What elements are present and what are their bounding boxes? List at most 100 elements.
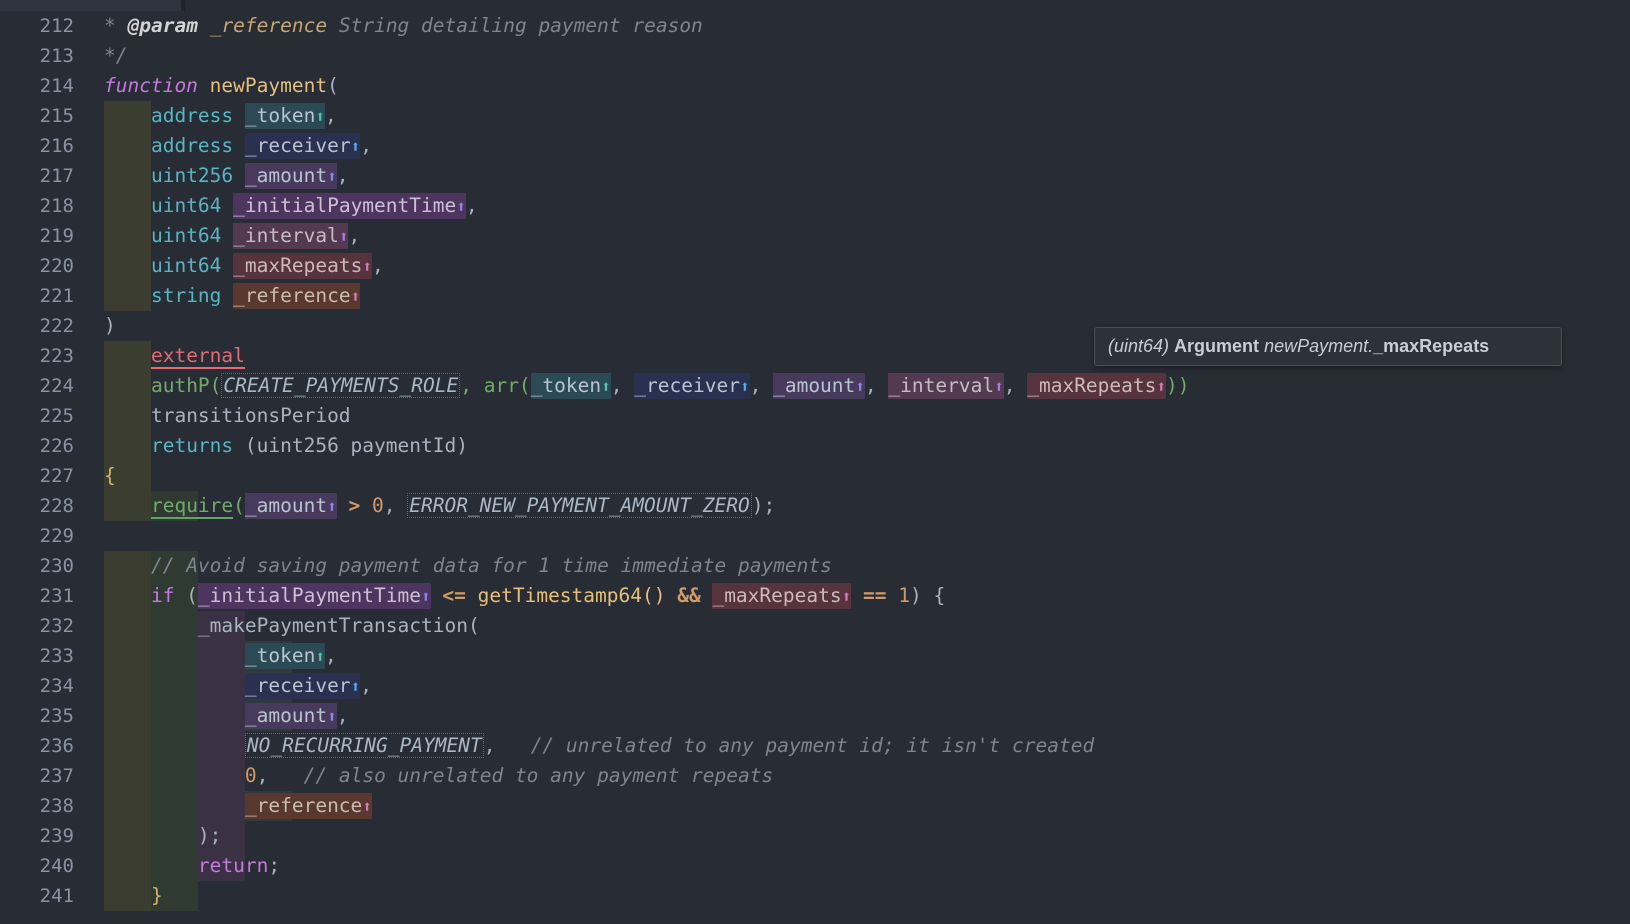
param-reference[interactable]: _reference⬆: [245, 793, 372, 819]
line-number: 233: [0, 641, 86, 671]
code-line[interactable]: 224 authP(CREATE_PAYMENTS_ROLE, arr(_tok…: [0, 371, 1630, 401]
code-line[interactable]: 217 uint256 _amount⬆,: [0, 161, 1630, 191]
param-max-repeats[interactable]: _maxRepeats⬆: [233, 253, 372, 279]
line-number: 223: [0, 341, 86, 371]
param-amount[interactable]: _amount⬆: [773, 373, 865, 399]
code-line[interactable]: 228 require(_amount⬆ > 0, ERROR_NEW_PAYM…: [0, 491, 1630, 521]
param-receiver[interactable]: _receiver⬆: [245, 673, 360, 699]
constant-no-recurring-payment: NO_RECURRING_PAYMENT: [245, 733, 484, 758]
trailing-comment: // also unrelated to any payment repeats: [304, 764, 774, 787]
comma: ,: [865, 374, 877, 397]
code-line[interactable]: 225 transitionsPeriod: [0, 401, 1630, 431]
semicolon: ;: [268, 854, 280, 877]
param-receiver[interactable]: _receiver⬆: [634, 373, 749, 399]
param-token[interactable]: _token⬆: [245, 643, 325, 669]
code-line[interactable]: 240 return;: [0, 851, 1630, 881]
keyword-returns: returns: [151, 434, 233, 457]
param-amount[interactable]: _amount⬆: [245, 703, 337, 729]
arrow-up-icon: ⬆: [327, 167, 337, 186]
line-text: NO_RECURRING_PAYMENT, // unrelated to an…: [104, 731, 1094, 761]
line-text: uint256 _amount⬆,: [104, 161, 348, 191]
line-text: authP(CREATE_PAYMENTS_ROLE, arr(_token⬆,…: [104, 371, 1190, 401]
param-label: _interval: [233, 224, 339, 247]
param-interval[interactable]: _interval⬆: [888, 373, 1003, 399]
line-text: require(_amount⬆ > 0, ERROR_NEW_PAYMENT_…: [104, 491, 775, 521]
comma: ,: [325, 644, 337, 667]
paren-open: (: [174, 584, 197, 607]
code-line[interactable]: 229: [0, 521, 1630, 551]
editor-content-area[interactable]: 212 * @param _reference String detailing…: [0, 11, 1630, 924]
code-line[interactable]: 215 address _token⬆,: [0, 101, 1630, 131]
param-receiver[interactable]: _receiver⬆: [245, 133, 360, 159]
type-uint256: uint256: [151, 164, 233, 187]
line-text: _amount⬆,: [104, 701, 348, 731]
code-line[interactable]: 227 {: [0, 461, 1630, 491]
code-line[interactable]: 235 _amount⬆,: [0, 701, 1630, 731]
line-number: 228: [0, 491, 86, 521]
line-text: */: [104, 41, 127, 71]
returns-signature: (uint256 paymentId): [233, 434, 468, 457]
param-label: _receiver: [634, 374, 740, 397]
code-line[interactable]: 216 address _receiver⬆,: [0, 131, 1630, 161]
param-max-repeats[interactable]: _maxRepeats⬆: [1027, 373, 1166, 399]
modifier-external: external: [151, 344, 245, 369]
code-line[interactable]: 214 function newPayment(: [0, 71, 1630, 101]
constant-create-payments-role: CREATE_PAYMENTS_ROLE: [221, 373, 460, 398]
param-token[interactable]: _token⬆: [245, 103, 325, 129]
param-reference[interactable]: _reference⬆: [233, 283, 360, 309]
code-line[interactable]: 233 _token⬆,: [0, 641, 1630, 671]
code-line[interactable]: 212 * @param _reference String detailing…: [0, 11, 1630, 41]
line-number: 213: [0, 41, 86, 71]
code-line[interactable]: 237 0, // also unrelated to any payment …: [0, 761, 1630, 791]
param-label: _receiver: [245, 134, 351, 157]
param-label: _initialPaymentTime: [198, 584, 421, 607]
line-number: 229: [0, 521, 86, 551]
param-label: _amount: [245, 164, 327, 187]
code-line[interactable]: 230 // Avoid saving payment data for 1 t…: [0, 551, 1630, 581]
line-text: function newPayment(: [104, 71, 339, 101]
code-line[interactable]: 220 uint64 _maxRepeats⬆,: [0, 251, 1630, 281]
code-line[interactable]: 239 );: [0, 821, 1630, 851]
code-line[interactable]: 218 uint64 _initialPaymentTime⬆,: [0, 191, 1630, 221]
param-label: _reference: [245, 794, 362, 817]
param-initial-payment-time[interactable]: _initialPaymentTime⬆: [198, 583, 431, 609]
param-amount[interactable]: _amount⬆: [245, 163, 337, 189]
code-line[interactable]: 236 NO_RECURRING_PAYMENT, // unrelated t…: [0, 731, 1630, 761]
code-line[interactable]: 219 uint64 _interval⬆,: [0, 221, 1630, 251]
keyword-return: return: [198, 854, 268, 877]
require-call: require: [151, 494, 233, 519]
code-line[interactable]: 213 */: [0, 41, 1630, 71]
paren-open: (: [233, 494, 245, 517]
param-interval[interactable]: _interval⬆: [233, 223, 348, 249]
code-line[interactable]: 234 _receiver⬆,: [0, 671, 1630, 701]
line-number: 221: [0, 281, 86, 311]
code-line[interactable]: 232 _makePaymentTransaction(: [0, 611, 1630, 641]
line-text: ): [104, 311, 116, 341]
line-text: uint64 _initialPaymentTime⬆,: [104, 191, 478, 221]
javadoc-tag: @param: [128, 14, 198, 37]
code-line[interactable]: 241 }: [0, 881, 1630, 911]
tooltip-type: (uint64): [1108, 336, 1169, 356]
param-label: _reference: [233, 284, 350, 307]
call-close: );: [198, 824, 221, 847]
line-number: 241: [0, 881, 86, 911]
trailing-comment: // unrelated to any payment id; it isn't…: [531, 734, 1095, 757]
code-line[interactable]: 226 returns (uint256 paymentId): [0, 431, 1630, 461]
line-number: 237: [0, 761, 86, 791]
line-number: 235: [0, 701, 86, 731]
line-number: 212: [0, 11, 86, 41]
number-zero: 0: [245, 764, 257, 787]
param-amount[interactable]: _amount⬆: [245, 493, 337, 519]
brace-open: {: [104, 464, 116, 487]
number-zero: 0: [372, 494, 384, 517]
param-token[interactable]: _token⬆: [531, 373, 611, 399]
code-line[interactable]: 238 _reference⬆: [0, 791, 1630, 821]
line-number: 231: [0, 581, 86, 611]
param-max-repeats[interactable]: _maxRepeats⬆: [712, 583, 851, 609]
param-label: _maxRepeats: [712, 584, 841, 607]
code-line[interactable]: 221 string _reference⬆: [0, 281, 1630, 311]
line-number: 239: [0, 821, 86, 851]
param-initial-payment-time[interactable]: _initialPaymentTime⬆: [233, 193, 466, 219]
code-line[interactable]: 231 if (_initialPaymentTime⬆ <= getTimes…: [0, 581, 1630, 611]
line-text: 0, // also unrelated to any payment repe…: [104, 761, 773, 791]
